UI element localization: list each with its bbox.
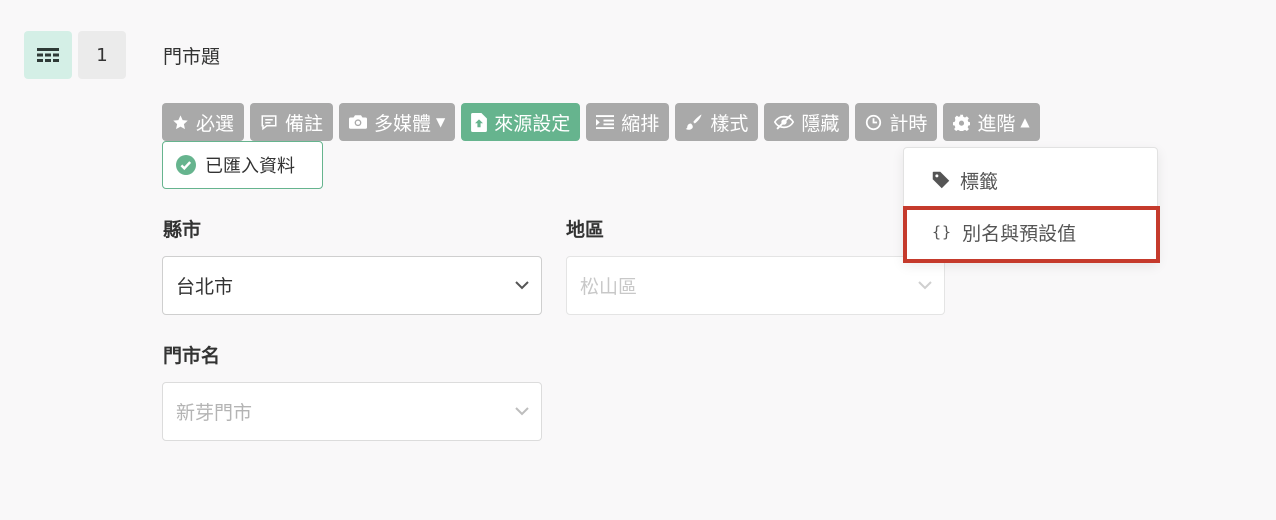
note-label: 備註 [285,112,324,135]
star-icon [173,114,188,129]
timer-button[interactable]: 計時 [855,103,938,141]
question-title[interactable]: 門市題 [163,42,220,69]
tag-icon [932,171,950,189]
question-toolbar: 必選 備註 多媒體 ▼ 來源設定 縮排 樣式 隱藏 計時 進階 ▲ [162,103,1040,141]
clock-icon [866,114,882,130]
question-type-icon[interactable] [24,31,72,79]
menu-item-alias-default[interactable]: {} 別名與預設值 [904,206,1157,258]
indent-label: 縮排 [621,112,660,135]
caret-up-icon: ▲ [1020,115,1030,129]
source-settings-button[interactable]: 來源設定 [461,103,581,141]
table-icon [37,48,59,62]
advanced-label: 進階 [977,112,1016,135]
store-select[interactable]: 新芽門市 [162,382,542,441]
style-button[interactable]: 樣式 [675,103,759,141]
media-button[interactable]: 多媒體 ▼ [339,103,456,141]
gear-icon [953,114,971,131]
city-value: 台北市 [176,276,234,298]
district-label: 地區 [566,219,605,241]
chevron-down-icon [918,281,932,290]
file-upload-icon [471,112,488,132]
hide-button[interactable]: 隱藏 [764,103,850,141]
media-label: 多媒體 [374,112,432,135]
advanced-menu: 標籤 {} 別名與預設值 [903,147,1158,262]
check-circle-icon [176,155,196,175]
indent-icon [596,115,615,129]
style-label: 樣式 [710,112,749,135]
braces-icon: {} [932,223,953,241]
menu-item-tags[interactable]: 標籤 [904,154,1157,206]
imported-data-badge: 已匯入資料 [162,141,323,189]
city-label: 縣市 [163,219,202,241]
store-label: 門市名 [163,345,221,367]
imported-data-label: 已匯入資料 [205,156,295,177]
city-select[interactable]: 台北市 [162,256,542,315]
source-settings-label: 來源設定 [494,112,571,135]
chevron-down-icon [515,281,529,290]
required-button[interactable]: 必選 [162,103,245,141]
menu-item-alias-default-label: 別名與預設值 [962,222,1077,245]
eye-slash-icon [774,114,795,130]
timer-label: 計時 [889,112,928,135]
chevron-down-icon [515,407,529,416]
district-select[interactable]: 松山區 [566,256,945,315]
required-label: 必選 [196,112,235,135]
hide-label: 隱藏 [801,112,840,135]
store-value: 新芽門市 [176,402,253,424]
comment-icon [261,115,277,131]
note-button[interactable]: 備註 [250,103,334,141]
menu-item-tags-label: 標籤 [960,170,999,193]
district-value: 松山區 [580,276,638,298]
advanced-button[interactable]: 進階 ▲ [943,103,1040,141]
camera-icon [349,115,368,129]
paintbrush-icon [686,114,702,130]
indent-button[interactable]: 縮排 [586,103,670,141]
caret-down-icon: ▼ [436,115,446,129]
question-number: 1 [78,31,126,79]
